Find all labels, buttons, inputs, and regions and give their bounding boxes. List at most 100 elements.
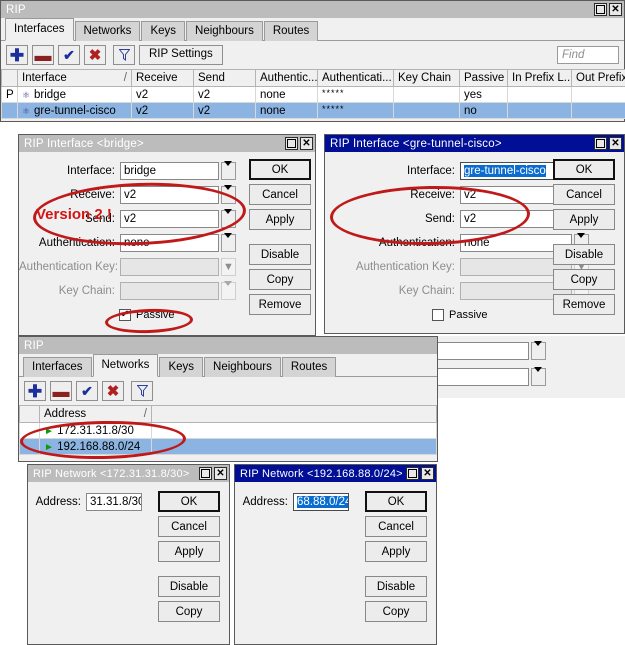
list-item[interactable]: ► 192.168.88.0/24 xyxy=(19,438,437,455)
network1-copy-button[interactable]: Copy xyxy=(158,601,220,622)
gre-remove-button[interactable]: Remove xyxy=(553,294,615,315)
networks-tab-neighbours[interactable]: Neighbours xyxy=(204,357,281,377)
close-icon[interactable]: ✕ xyxy=(214,467,227,480)
maximize-icon[interactable] xyxy=(199,467,212,480)
col-interface[interactable]: Interface / xyxy=(17,69,132,87)
remove-button[interactable]: ▬ xyxy=(32,45,54,65)
network1-titlebar[interactable]: RIP Network <172.31.31.8/30> ✕ xyxy=(28,465,229,482)
bridge-remove-button[interactable]: Remove xyxy=(249,294,311,315)
col-in-prefix-list[interactable]: In Prefix L... xyxy=(507,69,572,87)
bridge-authentication-input[interactable]: none xyxy=(120,234,219,252)
network1-cancel-button[interactable]: Cancel xyxy=(158,516,220,537)
close-icon[interactable]: ✕ xyxy=(300,137,313,150)
network1-disable-button[interactable]: Disable xyxy=(158,576,220,597)
row-out-prefix xyxy=(571,102,625,119)
bridge-copy-button[interactable]: Copy xyxy=(249,269,311,290)
gre-copy-button[interactable]: Copy xyxy=(553,269,615,290)
gre-apply-button[interactable]: Apply xyxy=(553,209,615,230)
close-icon[interactable]: ✕ xyxy=(609,3,622,16)
find-input[interactable]: Find xyxy=(557,46,619,64)
networks-col-address[interactable]: Address / xyxy=(39,405,152,423)
bridge-send-input[interactable]: v2 xyxy=(120,210,219,228)
partial-input-2[interactable] xyxy=(437,368,529,386)
network1-address-input[interactable]: 31.31.8/30 xyxy=(86,493,142,511)
networks-col-blank[interactable] xyxy=(151,405,437,423)
network2-ok-button[interactable]: OK xyxy=(365,491,427,512)
partial-dropdown-icon-1[interactable] xyxy=(531,340,546,360)
networks-remove-button[interactable]: ▬ xyxy=(50,381,72,401)
network1-ok-button[interactable]: OK xyxy=(158,491,220,512)
add-button[interactable]: ✚ xyxy=(6,45,28,65)
row-authentication: none xyxy=(255,86,318,103)
col-authentic[interactable]: Authentic... xyxy=(255,69,318,87)
network1-apply-button[interactable]: Apply xyxy=(158,541,220,562)
networks-titlebar[interactable]: RIP xyxy=(19,337,437,354)
bridge-send-dropdown-icon[interactable] xyxy=(221,208,236,228)
disable-button[interactable]: ✖ xyxy=(84,45,106,65)
gre-disable-button[interactable]: Disable xyxy=(553,244,615,265)
bridge-interface-dropdown-icon[interactable] xyxy=(221,160,236,180)
col-flags[interactable] xyxy=(1,69,18,87)
tab-neighbours[interactable]: Neighbours xyxy=(186,21,263,41)
bridge-receive-dropdown-icon[interactable] xyxy=(221,184,236,204)
networks-enable-button[interactable]: ✔ xyxy=(76,381,98,401)
gre-ok-button[interactable]: OK xyxy=(553,159,615,180)
enable-button[interactable]: ✔ xyxy=(58,45,80,65)
networks-disable-button[interactable]: ✖ xyxy=(102,381,124,401)
bridge-dialog-titlebar[interactable]: RIP Interface <bridge> ✕ xyxy=(19,135,315,152)
network2-copy-button[interactable]: Copy xyxy=(365,601,427,622)
maximize-icon[interactable] xyxy=(594,137,607,150)
networks-col-flags[interactable] xyxy=(19,405,40,423)
bridge-apply-button[interactable]: Apply xyxy=(249,209,311,230)
bridge-passive-checkbox[interactable]: ✔ xyxy=(119,309,131,321)
networks-add-button[interactable]: ✚ xyxy=(24,381,46,401)
col-authentication-key[interactable]: Authenticati... xyxy=(317,69,394,87)
filter-icon[interactable] xyxy=(113,45,135,65)
col-receive[interactable]: Receive xyxy=(131,69,194,87)
gre-dialog-titlebar[interactable]: RIP Interface <gre-tunnel-cisco> ✕ xyxy=(325,135,624,152)
bridge-cancel-button[interactable]: Cancel xyxy=(249,184,311,205)
partial-input-1[interactable] xyxy=(437,342,529,360)
bridge-ok-button[interactable]: OK xyxy=(249,159,311,180)
tab-networks[interactable]: Networks xyxy=(74,21,141,41)
bridge-authentication-dropdown-icon[interactable] xyxy=(221,232,236,252)
bridge-receive-input[interactable]: v2 xyxy=(120,186,219,204)
table-row[interactable]: ⚛ gre-tunnel-cisco v2 v2 none ***** no xyxy=(1,102,625,119)
col-key-chain[interactable]: Key Chain xyxy=(393,69,460,87)
networks-tab-interfaces[interactable]: Interfaces xyxy=(23,357,92,377)
col-send[interactable]: Send xyxy=(193,69,256,87)
list-item[interactable]: ► 172.31.31.8/30 xyxy=(19,422,437,439)
networks-row-flag xyxy=(19,438,40,455)
tab-interfaces[interactable]: Interfaces xyxy=(5,18,74,41)
network2-titlebar[interactable]: RIP Network <192.168.88.0/24> ✕ xyxy=(235,465,436,482)
rip-settings-button[interactable]: RIP Settings xyxy=(139,45,223,65)
networks-filter-icon[interactable] xyxy=(131,381,153,401)
networks-tab-networks[interactable]: Networks xyxy=(92,354,159,377)
rip-main-titlebar[interactable]: RIP ✕ xyxy=(1,1,624,18)
col-passive[interactable]: Passive xyxy=(459,69,508,87)
networks-tab-keys[interactable]: Keys xyxy=(159,357,204,377)
table-row[interactable]: P ⚛ bridge v2 v2 none ***** yes xyxy=(1,86,625,103)
gre-cancel-button[interactable]: Cancel xyxy=(553,184,615,205)
network2-cancel-button[interactable]: Cancel xyxy=(365,516,427,537)
row-key-chain xyxy=(393,86,460,103)
maximize-icon[interactable] xyxy=(594,3,607,16)
tab-keys[interactable]: Keys xyxy=(141,21,186,41)
network2-apply-button[interactable]: Apply xyxy=(365,541,427,562)
row-interface: ⚛ bridge xyxy=(17,86,132,103)
networks-tab-routes[interactable]: Routes xyxy=(281,357,337,377)
col-out-prefix-list[interactable]: Out Prefix... xyxy=(571,69,625,87)
close-icon[interactable]: ✕ xyxy=(609,137,622,150)
close-icon[interactable]: ✕ xyxy=(421,467,434,480)
bridge-interface-input[interactable]: bridge xyxy=(120,162,219,180)
tab-routes[interactable]: Routes xyxy=(263,21,319,41)
bridge-key-chain-label: Key Chain: xyxy=(58,285,115,297)
maximize-icon[interactable] xyxy=(285,137,298,150)
network2-address-input[interactable]: 68.88.0/24 xyxy=(293,493,349,511)
network2-disable-button[interactable]: Disable xyxy=(365,576,427,597)
maximize-icon[interactable] xyxy=(406,467,419,480)
gre-passive-checkbox[interactable] xyxy=(432,309,444,321)
networks-row-flag xyxy=(19,422,40,439)
bridge-disable-button[interactable]: Disable xyxy=(249,244,311,265)
partial-dropdown-icon-2[interactable] xyxy=(531,366,546,386)
